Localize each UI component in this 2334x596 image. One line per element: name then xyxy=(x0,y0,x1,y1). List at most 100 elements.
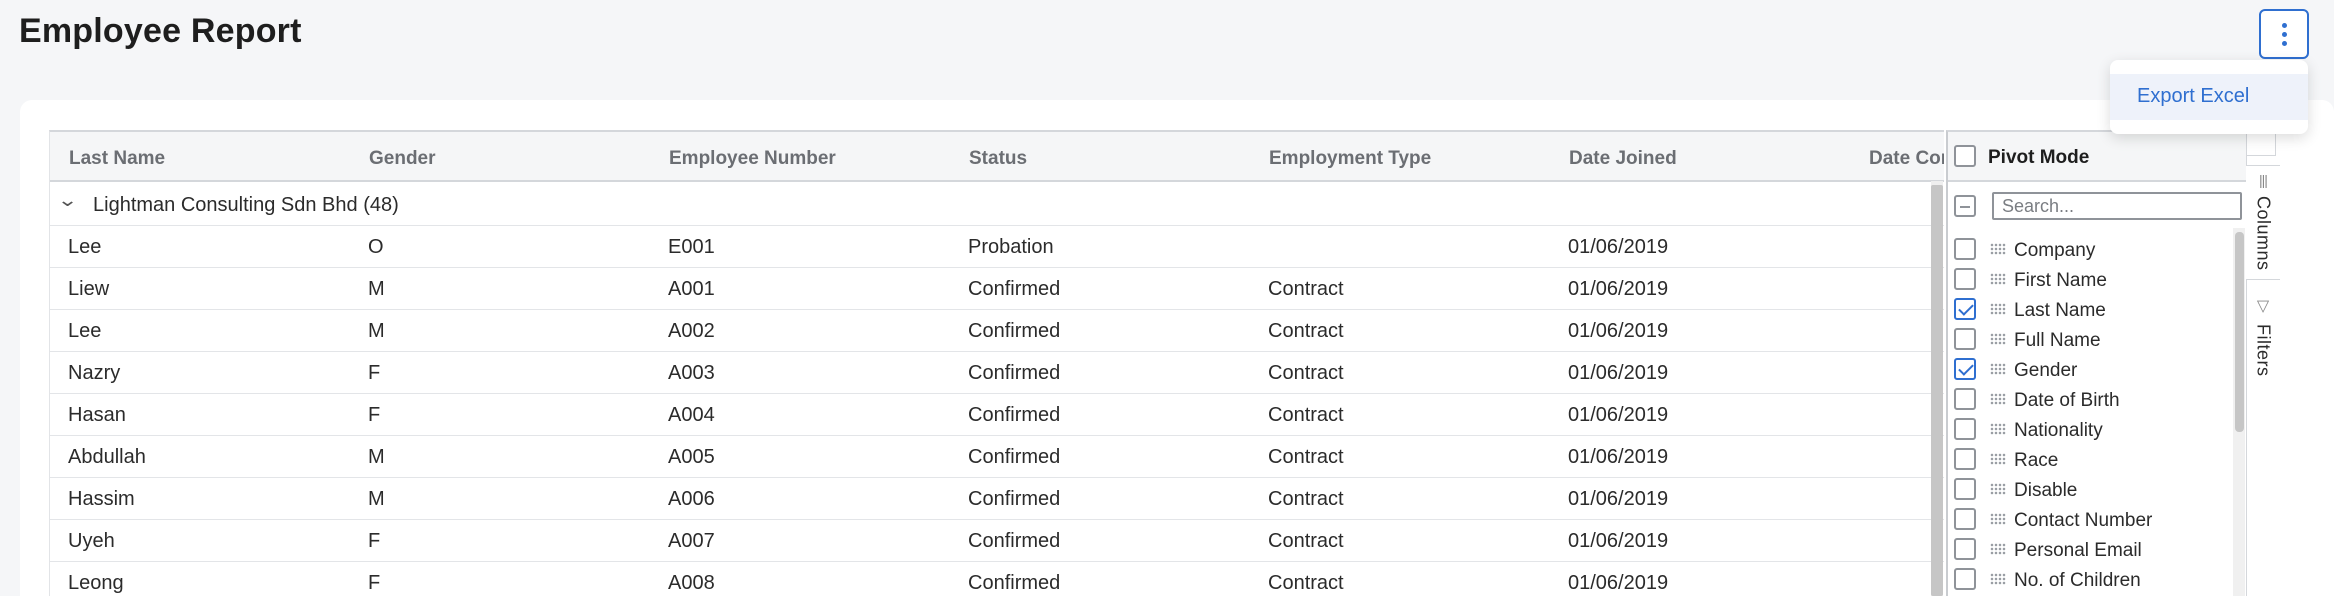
column-checkbox[interactable] xyxy=(1954,238,1976,260)
cell-date-joined: 01/06/2019 xyxy=(1568,236,1669,258)
header-date-confirmed[interactable]: Date Cor xyxy=(1869,148,1944,170)
page-title: Employee Report xyxy=(19,12,302,50)
kebab-dot xyxy=(2281,31,2287,37)
column-list-item[interactable]: Race xyxy=(1948,445,2238,475)
column-list-item[interactable]: First Name xyxy=(1948,265,2238,295)
select-all-columns-checkbox[interactable] xyxy=(1954,195,1976,217)
cell-status: Confirmed xyxy=(968,530,1061,552)
drag-handle-icon[interactable] xyxy=(1990,513,2006,525)
cell-employment-type: Contract xyxy=(1268,488,1344,510)
drag-handle-icon[interactable] xyxy=(1990,393,2006,405)
column-checkbox[interactable] xyxy=(1954,568,1976,590)
tab-columns-label: Columns xyxy=(2253,196,2274,271)
column-checkbox[interactable] xyxy=(1954,448,1976,470)
tab-filters-label: Filters xyxy=(2253,324,2274,377)
table-row[interactable]: Hasan F A004 Confirmed Contract 01/06/2019 xyxy=(50,394,1944,436)
chevron-down-icon[interactable]: ⌄ xyxy=(57,190,78,211)
header-last-name[interactable]: Last Name xyxy=(69,148,165,170)
table-row[interactable]: Uyeh F A007 Confirmed Contract 01/06/2019 xyxy=(50,520,1944,562)
table-row[interactable]: Abdullah M A005 Confirmed Contract 01/06/2019 xyxy=(50,436,1944,478)
column-list-item[interactable]: Contact Number xyxy=(1948,505,2238,535)
cell-last-name: Hassim xyxy=(68,488,135,510)
header-employee-number[interactable]: Employee Number xyxy=(669,148,836,170)
cell-employee-number: A006 xyxy=(668,488,715,510)
drag-handle-icon[interactable] xyxy=(1990,483,2006,495)
cell-date-joined: 01/06/2019 xyxy=(1568,572,1669,594)
panel-scrollbar-thumb[interactable] xyxy=(2235,232,2244,432)
more-options-button[interactable] xyxy=(2259,9,2309,59)
cell-employment-type: Contract xyxy=(1268,404,1344,426)
cell-gender: F xyxy=(368,362,381,384)
column-search-input[interactable] xyxy=(1992,192,2242,220)
pivot-mode-row: Pivot Mode xyxy=(1948,132,2248,182)
drag-handle-icon[interactable] xyxy=(1990,243,2006,255)
column-label: Personal Email xyxy=(2014,540,2142,561)
cell-employment-type: Contract xyxy=(1268,530,1344,552)
pivot-mode-checkbox[interactable] xyxy=(1954,145,1976,167)
column-checkbox[interactable] xyxy=(1954,388,1976,410)
column-list-item[interactable]: Personal Email xyxy=(1948,535,2238,565)
cell-date-joined: 01/06/2019 xyxy=(1568,320,1669,342)
column-label: Last Name xyxy=(2014,300,2106,321)
table-row[interactable]: Nazry F A003 Confirmed Contract 01/06/2019 xyxy=(50,352,1944,394)
table-row[interactable]: Hassim M A006 Confirmed Contract 01/06/2019 xyxy=(50,478,1944,520)
header-employment-type[interactable]: Employment Type xyxy=(1269,148,1431,170)
cell-status: Confirmed xyxy=(968,488,1061,510)
drag-handle-icon[interactable] xyxy=(1990,543,2006,555)
cell-employee-number: A005 xyxy=(668,446,715,468)
column-checkbox[interactable] xyxy=(1954,298,1976,320)
grid-header: Last Name Gender Employee Number Status … xyxy=(50,132,1944,182)
column-checkbox[interactable] xyxy=(1954,268,1976,290)
cell-last-name: Lee xyxy=(68,236,102,258)
export-excel-menu-item[interactable]: Export Excel xyxy=(2110,74,2308,120)
cell-last-name: Nazry xyxy=(68,362,121,384)
tab-filters[interactable]: ▽ Filters xyxy=(2246,296,2280,396)
column-list-item[interactable]: Last Name xyxy=(1948,295,2238,325)
cell-employment-type: Contract xyxy=(1268,572,1344,594)
column-checkbox[interactable] xyxy=(1954,418,1976,440)
column-list-item[interactable]: Gender xyxy=(1948,355,2238,385)
drag-handle-icon[interactable] xyxy=(1990,423,2006,435)
drag-handle-icon[interactable] xyxy=(1990,453,2006,465)
column-list-item[interactable]: Date of Birth xyxy=(1948,385,2238,415)
cell-gender: M xyxy=(368,320,385,342)
column-checkbox[interactable] xyxy=(1954,328,1976,350)
drag-handle-icon[interactable] xyxy=(1990,273,2006,285)
group-row[interactable]: ⌄ Lightman Consulting Sdn Bhd (48) xyxy=(50,182,1944,226)
drag-handle-icon[interactable] xyxy=(1990,333,2006,345)
cell-gender: M xyxy=(368,488,385,510)
column-list-item[interactable]: Disable xyxy=(1948,475,2238,505)
columns-icon: ||| xyxy=(2259,172,2268,188)
table-row[interactable]: Liew M A001 Confirmed Contract 01/06/2019 xyxy=(50,268,1944,310)
table-row[interactable]: Leong F A008 Confirmed Contract 01/06/2019 xyxy=(50,562,1944,596)
cell-last-name: Hasan xyxy=(68,404,126,426)
column-checkbox[interactable] xyxy=(1954,538,1976,560)
drag-handle-icon[interactable] xyxy=(1990,363,2006,375)
cell-employee-number: A008 xyxy=(668,572,715,594)
drag-handle-icon[interactable] xyxy=(1990,303,2006,315)
column-checkbox[interactable] xyxy=(1954,508,1976,530)
grid-scrollbar-thumb[interactable] xyxy=(1931,185,1943,596)
header-date-joined[interactable]: Date Joined xyxy=(1569,148,1677,170)
column-list-item[interactable]: Company xyxy=(1948,235,2238,265)
kebab-dot xyxy=(2281,40,2287,46)
cell-date-joined: 01/06/2019 xyxy=(1568,362,1669,384)
cell-last-name: Abdullah xyxy=(68,446,146,468)
column-list-item[interactable]: No. of Children xyxy=(1948,565,2238,595)
tab-columns[interactable]: ||| Columns xyxy=(2246,165,2280,280)
header-gender[interactable]: Gender xyxy=(369,148,436,170)
column-label: Nationality xyxy=(2014,420,2103,441)
cell-employee-number: A002 xyxy=(668,320,715,342)
column-label: Disable xyxy=(2014,480,2078,501)
column-list-item[interactable]: Full Name xyxy=(1948,325,2238,355)
table-row[interactable]: Lee O E001 Probation 01/06/2019 xyxy=(50,226,1944,268)
cell-date-joined: 01/06/2019 xyxy=(1568,530,1669,552)
cell-employee-number: A001 xyxy=(668,278,715,300)
column-checkbox[interactable] xyxy=(1954,358,1976,380)
cell-status: Confirmed xyxy=(968,404,1061,426)
header-status[interactable]: Status xyxy=(969,148,1027,170)
drag-handle-icon[interactable] xyxy=(1990,573,2006,585)
table-row[interactable]: Lee M A002 Confirmed Contract 01/06/2019 xyxy=(50,310,1944,352)
column-checkbox[interactable] xyxy=(1954,478,1976,500)
column-list-item[interactable]: Nationality xyxy=(1948,415,2238,445)
